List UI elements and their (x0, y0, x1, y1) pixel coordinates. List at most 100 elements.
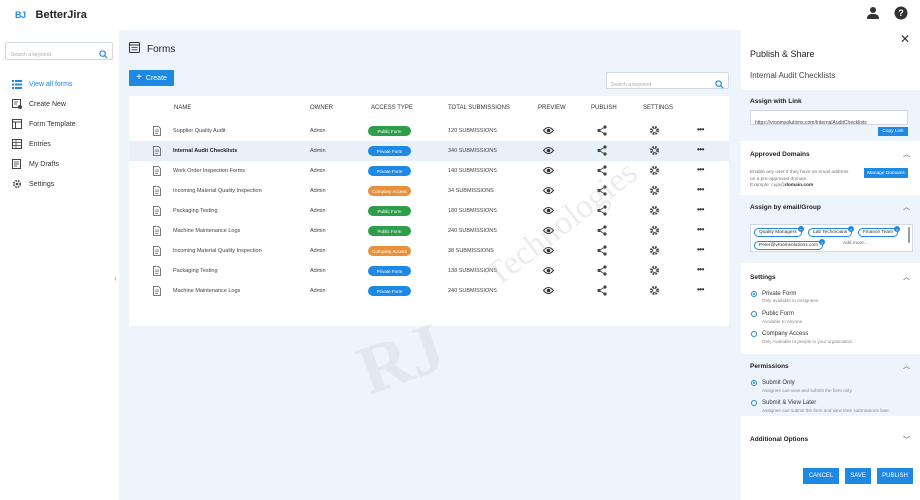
submission-count[interactable]: 240 SUBMISSIONS (448, 288, 497, 294)
tags-scrollbar[interactable] (908, 227, 910, 243)
preview-eye-icon[interactable] (542, 166, 555, 177)
add-more-placeholder[interactable]: Add more... (843, 241, 868, 246)
radio-submit-only[interactable] (751, 380, 757, 386)
more-options-icon[interactable]: ••• (697, 225, 704, 234)
chevron-up-icon[interactable]: ︿ (903, 149, 910, 159)
sidebar-item-settings[interactable]: Settings (0, 174, 119, 194)
cancel-button[interactable]: CANCEL (803, 468, 839, 484)
settings-gear-icon[interactable] (649, 145, 660, 158)
chevron-up-icon[interactable]: ︿ (903, 361, 910, 371)
settings-gear-icon[interactable] (649, 245, 660, 258)
radio-submit-view-later[interactable] (751, 400, 757, 406)
form-name[interactable]: Work Order Inspection Forms (173, 168, 245, 174)
submission-count[interactable]: 340 SUBMISSIONS (448, 148, 497, 154)
create-button[interactable]: + Create (129, 70, 174, 86)
more-options-icon[interactable]: ••• (697, 185, 704, 194)
sidebar-item-form-template[interactable]: Form Template (0, 114, 119, 134)
sidebar-item-my-drafts[interactable]: My Drafts (0, 154, 119, 174)
form-name[interactable]: Packaging Testing (173, 268, 218, 274)
assignee-tags-input[interactable]: Quality Managers × Lab Technicians × Finan… (750, 224, 913, 252)
publish-share-icon[interactable] (597, 165, 607, 178)
table-row[interactable]: Packaging Testing Admin Private Form 138 SU… (129, 261, 729, 281)
column-header-access-type[interactable]: ACCESS TYPE (371, 105, 413, 111)
more-options-icon[interactable]: ••• (697, 125, 704, 134)
publish-share-icon[interactable] (597, 125, 607, 138)
user-icon[interactable] (866, 6, 880, 20)
table-row[interactable]: Internal Audit Checklists Admin Private Fo… (129, 141, 729, 161)
search-icon[interactable] (715, 76, 724, 94)
submission-count[interactable]: 34 SUBMISSIONS (448, 188, 494, 194)
publish-share-icon[interactable] (597, 145, 607, 158)
more-options-icon[interactable]: ••• (697, 205, 704, 214)
publish-button[interactable]: PUBLISH (877, 468, 913, 484)
preview-eye-icon[interactable] (542, 146, 555, 157)
sidebar-item-view-all-forms[interactable]: View all forms (0, 74, 119, 94)
more-options-icon[interactable]: ••• (697, 145, 704, 154)
table-row[interactable]: Work Order Inspection Forms Admin Private … (129, 161, 729, 181)
form-name[interactable]: Packaging Testing (173, 208, 218, 214)
table-row[interactable]: Supplier Quality Audit Admin Public Form 12… (129, 121, 729, 141)
search-icon[interactable] (99, 46, 108, 64)
publish-share-icon[interactable] (597, 185, 607, 198)
column-header-owner[interactable]: OWNER (310, 105, 333, 111)
copy-link-button[interactable]: Copy Link (878, 127, 908, 136)
help-icon[interactable]: ? (894, 6, 908, 20)
manage-domains-button[interactable]: Manage Domains (864, 168, 908, 178)
assignee-tag[interactable]: Peter@vroomsolutions.com × (754, 239, 825, 250)
publish-share-icon[interactable] (597, 245, 607, 258)
chevron-up-icon[interactable]: ︿ (903, 202, 910, 212)
chevron-up-icon[interactable]: ︿ (903, 272, 910, 282)
settings-gear-icon[interactable] (649, 265, 660, 278)
preview-eye-icon[interactable] (542, 266, 555, 277)
preview-eye-icon[interactable] (542, 126, 555, 137)
assignee-tag[interactable]: Finance Team × (858, 226, 901, 237)
submission-count[interactable]: 138 SUBMISSIONS (448, 268, 497, 274)
table-row[interactable]: Machine Maintenance Logs Admin Private For… (129, 281, 729, 301)
collapse-sidebar-icon[interactable]: ‹ (114, 273, 117, 283)
form-name[interactable]: Machine Maintenance Logs (173, 228, 240, 234)
more-options-icon[interactable]: ••• (697, 165, 704, 174)
form-name[interactable]: Incoming Material Quality Inspection (173, 188, 262, 194)
sidebar-item-entries[interactable]: Entries (0, 134, 119, 154)
preview-eye-icon[interactable] (542, 246, 555, 257)
form-name[interactable]: Machine Maintenance Logs (173, 288, 240, 294)
preview-eye-icon[interactable] (542, 286, 555, 297)
submission-count[interactable]: 38 SUBMISSIONS (448, 248, 494, 254)
table-row[interactable]: Incoming Material Quality Inspection Admi… (129, 181, 729, 201)
table-row[interactable]: Machine Maintenance Logs Admin Public Form… (129, 221, 729, 241)
app-logo[interactable]: BJ BetterJira (15, 9, 87, 21)
forms-search-input[interactable] (607, 77, 707, 93)
remove-tag-icon[interactable]: × (819, 239, 825, 245)
form-name[interactable]: Incoming Material Quality Inspection (173, 248, 262, 254)
table-row[interactable]: Packaging Testing Admin Public Form 180 SUB… (129, 201, 729, 221)
radio-private-form[interactable] (751, 291, 757, 297)
settings-gear-icon[interactable] (649, 205, 660, 218)
save-button[interactable]: SAVE (845, 468, 871, 484)
publish-share-icon[interactable] (597, 285, 607, 298)
radio-public-form[interactable] (751, 311, 757, 317)
more-options-icon[interactable]: ••• (697, 285, 704, 294)
table-row[interactable]: Incoming Material Quality Inspection Admi… (129, 241, 729, 261)
submission-count[interactable]: 120 SUBMISSIONS (448, 128, 497, 134)
assignee-tag[interactable]: Lab Technicians × (808, 226, 855, 237)
publish-share-icon[interactable] (597, 225, 607, 238)
settings-gear-icon[interactable] (649, 185, 660, 198)
additional-options-title[interactable]: Additional Options (750, 436, 808, 443)
preview-eye-icon[interactable] (542, 186, 555, 197)
column-header-name[interactable]: NAME (174, 105, 191, 111)
close-icon[interactable]: ✕ (900, 32, 910, 46)
submission-count[interactable]: 140 SUBMISSIONS (448, 168, 497, 174)
preview-eye-icon[interactable] (542, 206, 555, 217)
sidebar-item-create-new[interactable]: Create New (0, 94, 119, 114)
settings-gear-icon[interactable] (649, 225, 660, 238)
publish-share-icon[interactable] (597, 265, 607, 278)
radio-company-access[interactable] (751, 331, 757, 337)
remove-tag-icon[interactable]: × (797, 226, 804, 232)
column-header-total-submissions[interactable]: TOTAL SUBMISSIONS (448, 105, 510, 111)
remove-tag-icon[interactable]: × (894, 226, 901, 232)
settings-gear-icon[interactable] (649, 125, 660, 138)
more-options-icon[interactable]: ••• (697, 265, 704, 274)
publish-share-icon[interactable] (597, 205, 607, 218)
settings-gear-icon[interactable] (649, 285, 660, 298)
assignee-tag[interactable]: Quality Managers × (754, 226, 804, 237)
